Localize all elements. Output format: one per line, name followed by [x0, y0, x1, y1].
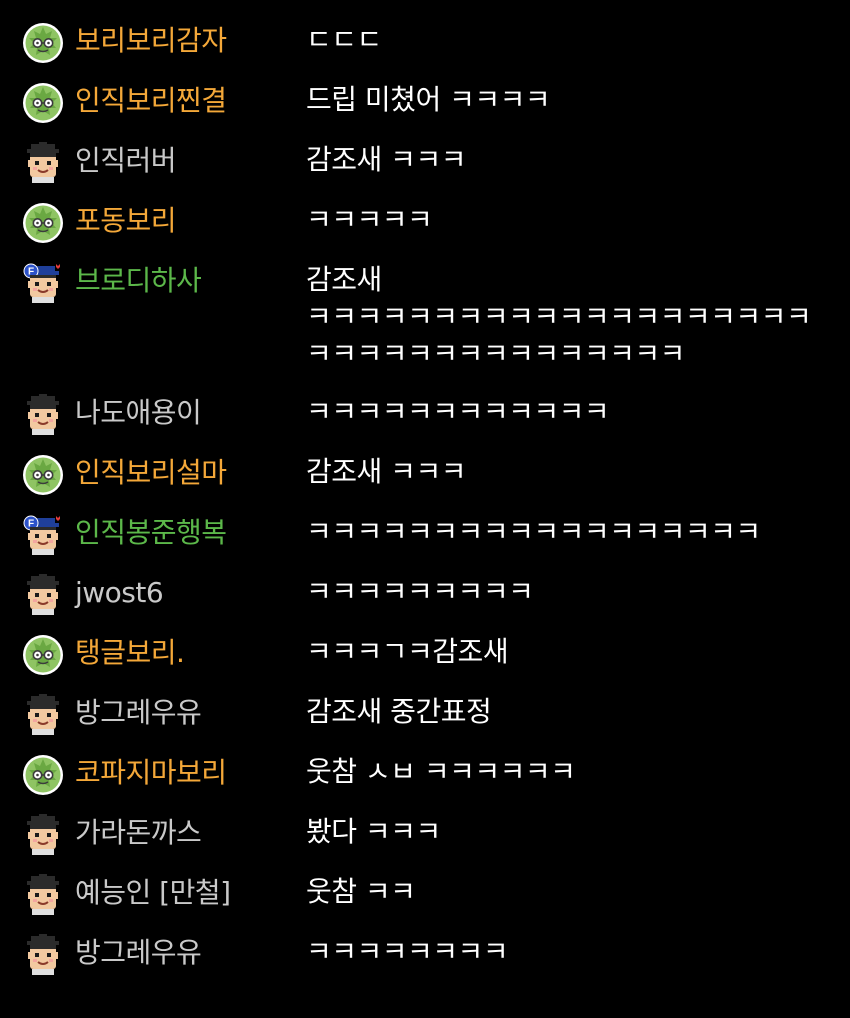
- chat-log: 보리보리감자 ㄷㄷㄷ 인직보리찐결 드립 미쳤어 ㅋㅋㅋㅋ 인직러버 감조새 ㅋㅋㅋ 포동보…: [0, 10, 850, 982]
- chat-message-text: 드립 미쳤어 ㅋㅋㅋㅋ: [306, 83, 551, 116]
- chat-message-row: 보리보리감자 ㄷㄷㄷ: [0, 10, 850, 70]
- chat-message-text-line: ㅋㅋㅋㅋㅋㅋㅋㅋㅋㅋㅋㅋㅋㅋㅋㅋㅋㅋㅋㅋㅋㅋㅋㅋㅋㅋㅋㅋㅋㅋㅋㅋㅋㅋㅋ: [306, 300, 812, 370]
- chat-nickname[interactable]: jwost6: [75, 573, 164, 613]
- chat-message-text: ㅋㅋㅋㅋㅋㅋㅋㅋ: [306, 935, 509, 968]
- chat-message-row: 인직보리찐결 드립 미쳤어 ㅋㅋㅋㅋ: [0, 70, 850, 130]
- barley-badge-icon[interactable]: [22, 202, 64, 244]
- chat-message-row: 탱글보리. ㅋㅋㅋㄱㅋ감조새: [0, 622, 850, 682]
- barley-badge-icon[interactable]: [22, 82, 64, 124]
- chat-nickname[interactable]: 코파지마보리: [75, 753, 227, 793]
- chat-nickname[interactable]: 인직보리설마: [75, 453, 227, 493]
- chat-nickname[interactable]: 예능인 [만철]: [75, 873, 231, 913]
- barley-badge-icon[interactable]: [22, 634, 64, 676]
- fan-face-icon[interactable]: [22, 514, 64, 556]
- chat-message-text: ㅋㅋㅋㅋㅋㅋㅋㅋㅋㅋㅋㅋㅋㅋㅋㅋㅋㅋ: [306, 515, 761, 548]
- chat-nickname[interactable]: 인직봉준행복: [75, 513, 227, 553]
- chat-message-row: 인직러버 감조새 ㅋㅋㅋ: [0, 130, 850, 190]
- viewer-face-icon[interactable]: [22, 814, 64, 856]
- chat-message-row: 나도애용이 ㅋㅋㅋㅋㅋㅋㅋㅋㅋㅋㅋㅋ: [0, 382, 850, 442]
- chat-message-text: 감조새 ㅋㅋㅋ: [306, 455, 466, 488]
- chat-message-text: ㅋㅋㅋㅋㅋㅋㅋㅋㅋㅋㅋㅋ: [306, 395, 610, 428]
- barley-badge-icon[interactable]: [22, 22, 64, 64]
- chat-message-text: ㅋㅋㅋㅋㅋㅋㅋㅋㅋ: [306, 575, 534, 608]
- chat-message-text: ㅋㅋㅋㅋㅋ: [306, 203, 433, 236]
- chat-message-row: 방그레우유 감조새 중간표정: [0, 682, 850, 742]
- chat-nickname[interactable]: 나도애용이: [75, 393, 202, 433]
- chat-nickname[interactable]: 포동보리: [75, 201, 177, 241]
- chat-nickname[interactable]: 브로디하사: [75, 261, 202, 301]
- chat-message-row: 가라돈까스 봤다 ㅋㅋㅋ: [0, 802, 850, 862]
- chat-message-text: 웃참 ㅋㅋ: [306, 875, 416, 908]
- chat-message-row: 포동보리 ㅋㅋㅋㅋㅋ: [0, 190, 850, 250]
- chat-nickname[interactable]: 방그레우유: [75, 933, 202, 973]
- barley-badge-icon[interactable]: [22, 754, 64, 796]
- fan-face-icon[interactable]: [22, 262, 64, 304]
- chat-message-text-line: 감조새: [306, 263, 382, 296]
- chat-message-text: ㅋㅋㅋㄱㅋ감조새: [306, 635, 509, 668]
- chat-message-text: ㄷㄷㄷ: [306, 23, 382, 56]
- chat-nickname[interactable]: 방그레우유: [75, 693, 202, 733]
- chat-message-text: 웃참 ㅅㅂ ㅋㅋㅋㅋㅋㅋ: [306, 755, 576, 788]
- chat-nickname[interactable]: 인직러버: [75, 141, 177, 181]
- chat-message-text: 감조새 ㅋㅋㅋ: [306, 143, 466, 176]
- chat-nickname[interactable]: 인직보리찐결: [75, 81, 227, 121]
- viewer-face-icon[interactable]: [22, 874, 64, 916]
- chat-message-row: jwost6 ㅋㅋㅋㅋㅋㅋㅋㅋㅋ: [0, 562, 850, 622]
- chat-message-row: 브로디하사 감조새 ㅋㅋㅋㅋㅋㅋㅋㅋㅋㅋㅋㅋㅋㅋㅋㅋㅋㅋㅋㅋㅋㅋㅋㅋㅋㅋㅋㅋㅋㅋㅋㅋ…: [0, 250, 850, 382]
- barley-badge-icon[interactable]: [22, 454, 64, 496]
- viewer-face-icon[interactable]: [22, 694, 64, 736]
- viewer-face-icon[interactable]: [22, 394, 64, 436]
- chat-message-text: 감조새 ㅋㅋㅋㅋㅋㅋㅋㅋㅋㅋㅋㅋㅋㅋㅋㅋㅋㅋㅋㅋㅋㅋㅋㅋㅋㅋㅋㅋㅋㅋㅋㅋㅋㅋㅋ: [306, 261, 846, 372]
- chat-nickname[interactable]: 보리보리감자: [75, 21, 227, 61]
- chat-message-row: 인직봉준행복 ㅋㅋㅋㅋㅋㅋㅋㅋㅋㅋㅋㅋㅋㅋㅋㅋㅋㅋ: [0, 502, 850, 562]
- chat-nickname[interactable]: 탱글보리.: [75, 633, 185, 673]
- chat-message-row: 인직보리설마 감조새 ㅋㅋㅋ: [0, 442, 850, 502]
- chat-message-row: 예능인 [만철] 웃참 ㅋㅋ: [0, 862, 850, 922]
- chat-message-text: 봤다 ㅋㅋㅋ: [306, 815, 441, 848]
- chat-message-row: 코파지마보리 웃참 ㅅㅂ ㅋㅋㅋㅋㅋㅋ: [0, 742, 850, 802]
- viewer-face-icon[interactable]: [22, 934, 64, 976]
- viewer-face-icon[interactable]: [22, 574, 64, 616]
- viewer-face-icon[interactable]: [22, 142, 64, 184]
- chat-message-row: 방그레우유 ㅋㅋㅋㅋㅋㅋㅋㅋ: [0, 922, 850, 982]
- chat-message-text: 감조새 중간표정: [306, 695, 492, 728]
- chat-nickname[interactable]: 가라돈까스: [75, 813, 202, 853]
